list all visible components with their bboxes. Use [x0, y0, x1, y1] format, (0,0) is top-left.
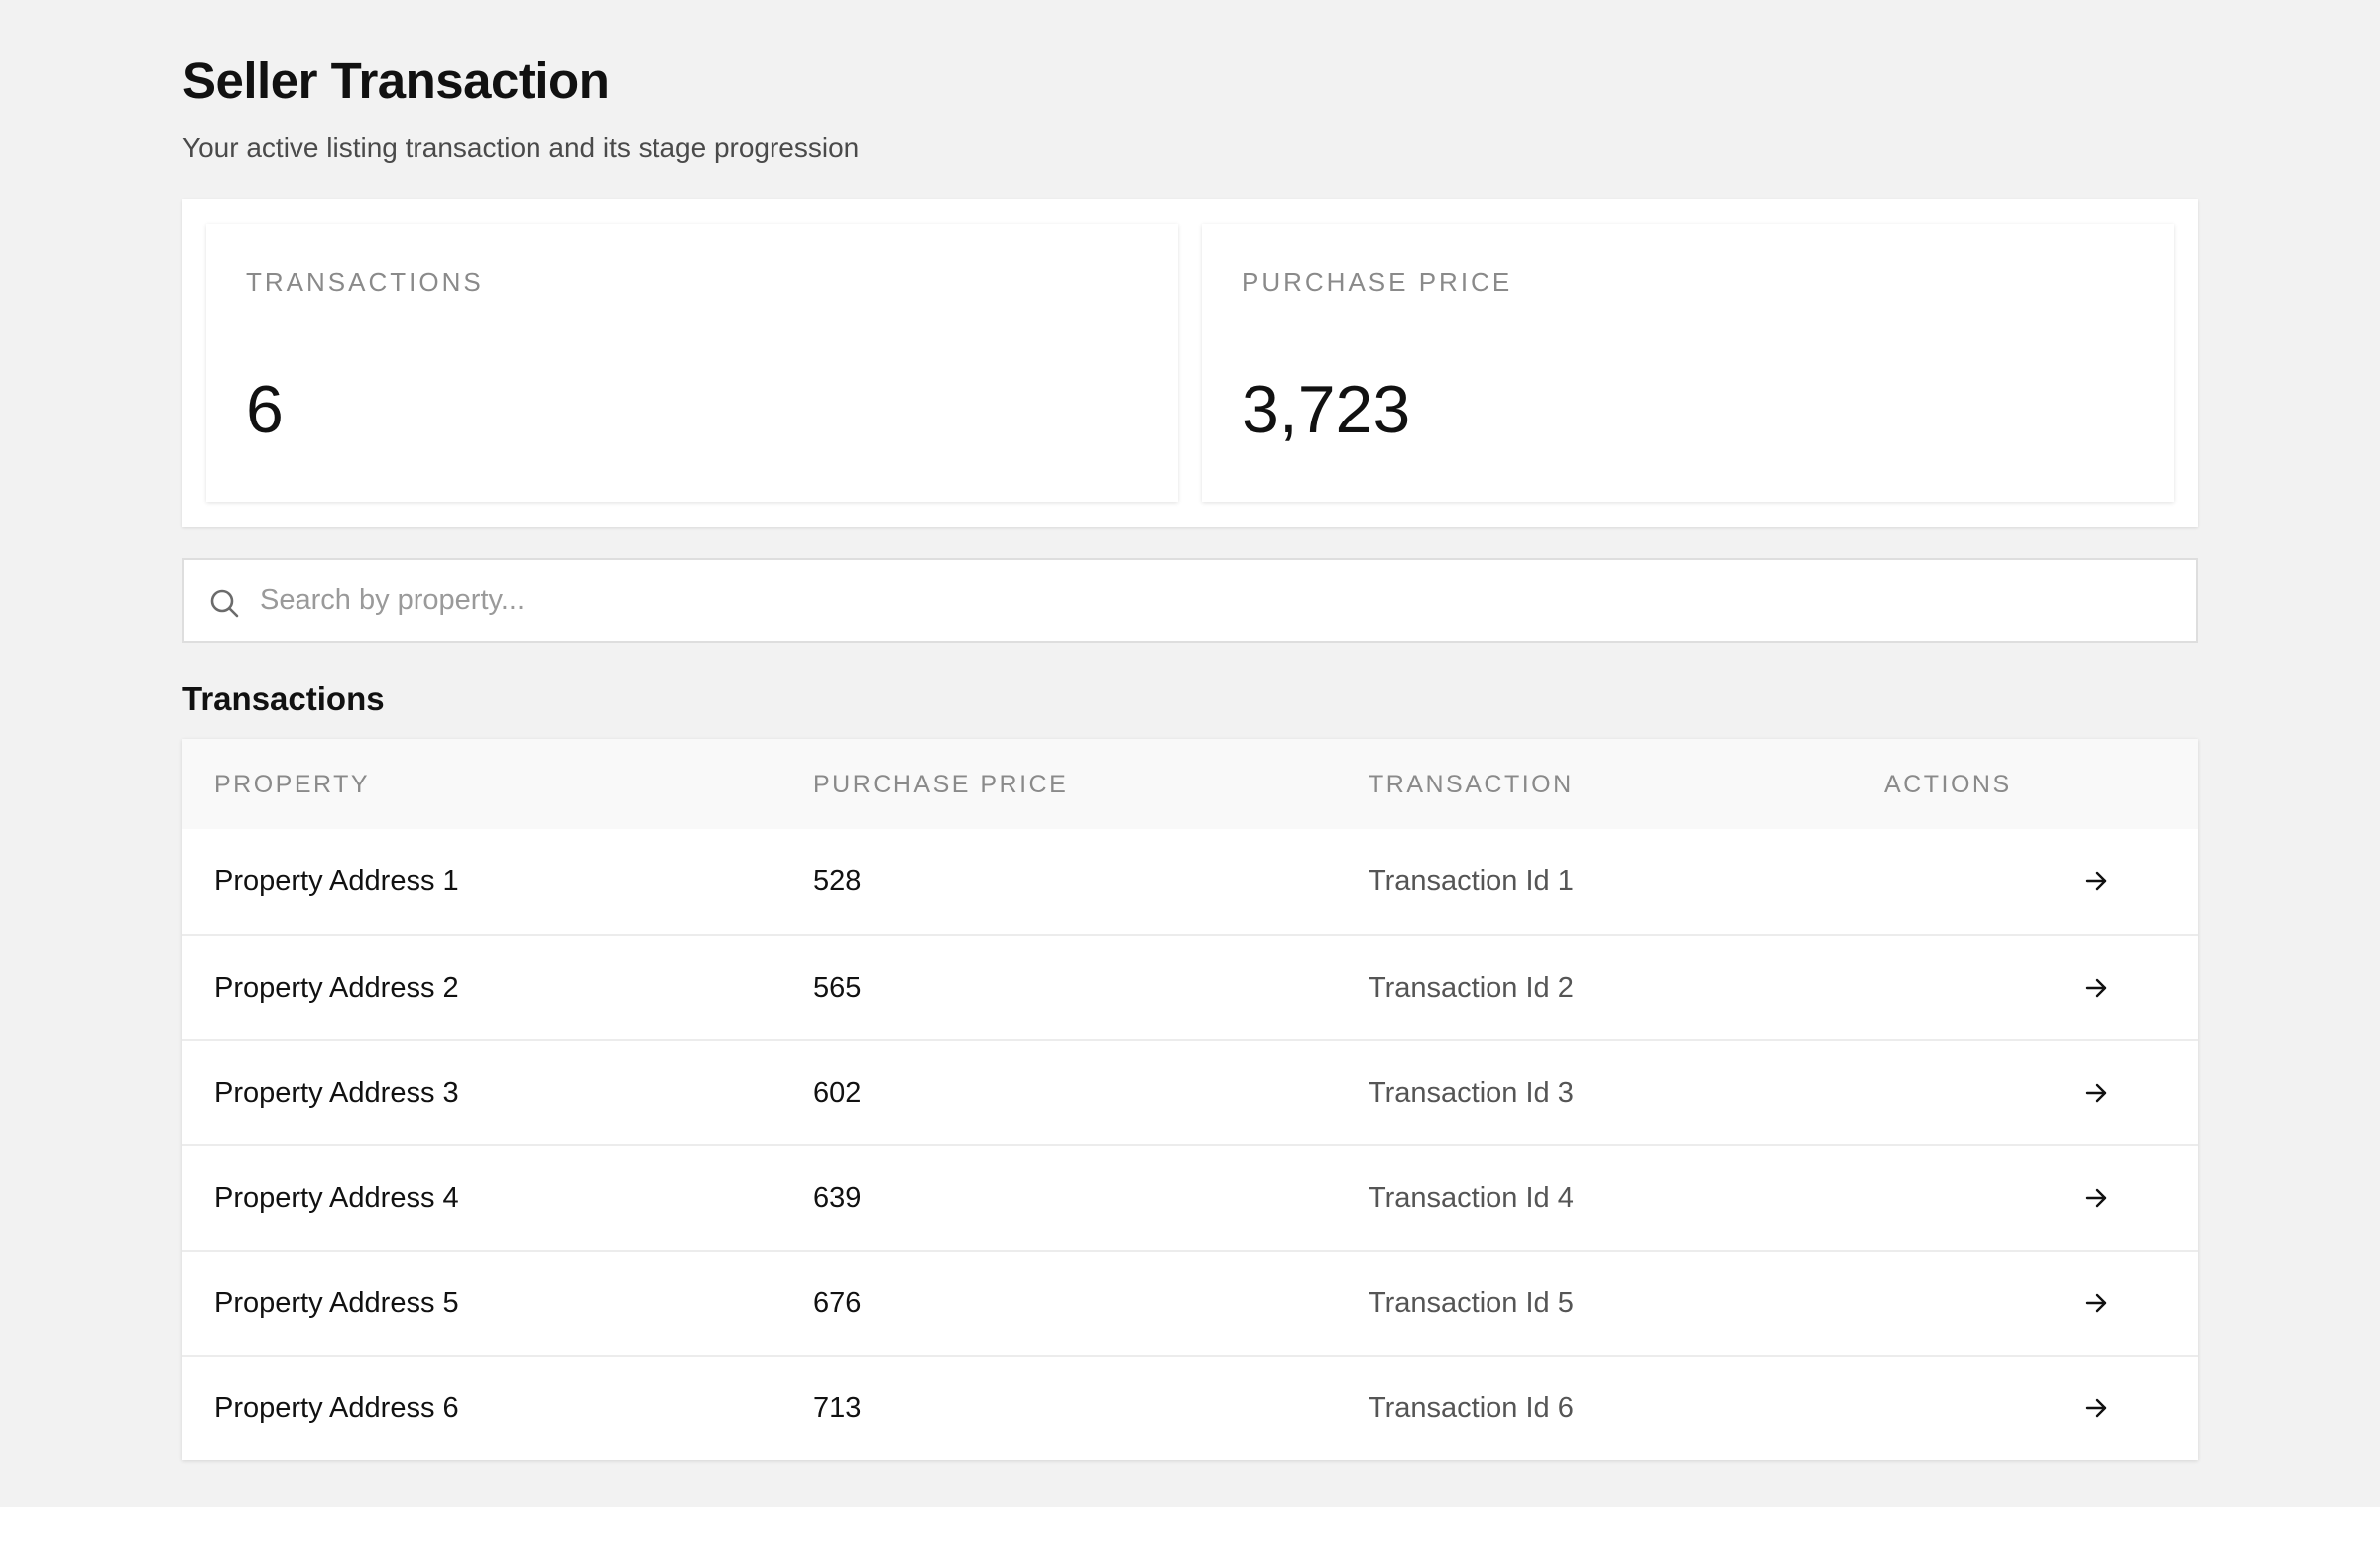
cell-purchase-price: 713 — [813, 1392, 862, 1424]
table-row: Property Address 5 676 Transaction Id 5 — [182, 1250, 2198, 1355]
view-transaction-button[interactable] — [2067, 1073, 2126, 1113]
stat-card-purchase-price: PURCHASE PRICE 3,723 — [1202, 224, 2174, 502]
cell-purchase-price: 565 — [813, 972, 862, 1004]
stat-label: TRANSACTIONS — [246, 267, 484, 297]
stats-panel: TRANSACTIONS 6 PURCHASE PRICE 3,723 — [182, 199, 2198, 527]
arrow-right-icon — [2085, 1083, 2107, 1103]
cell-purchase-price: 639 — [813, 1182, 862, 1214]
view-transaction-button[interactable] — [2067, 861, 2126, 901]
transactions-table: PROPERTY PURCHASE PRICE TRANSACTION ACTI… — [182, 739, 2198, 1460]
cell-purchase-price: 528 — [813, 865, 862, 897]
view-transaction-button[interactable] — [2067, 1178, 2126, 1218]
cell-transaction: Transaction Id 2 — [1368, 972, 1574, 1004]
cell-transaction: Transaction Id 1 — [1368, 865, 1574, 897]
stat-card-transactions: TRANSACTIONS 6 — [206, 224, 1178, 502]
view-transaction-button[interactable] — [2067, 1388, 2126, 1428]
table-row: Property Address 1 528 Transaction Id 1 — [182, 829, 2198, 934]
arrow-right-icon — [2085, 871, 2107, 891]
cell-purchase-price: 676 — [813, 1287, 862, 1319]
column-header-transaction: TRANSACTION — [1368, 771, 1574, 798]
cell-property: Property Address 1 — [214, 865, 459, 897]
cell-property: Property Address 6 — [214, 1392, 459, 1424]
cell-property: Property Address 5 — [214, 1287, 459, 1319]
stat-value: 3,723 — [1242, 372, 1411, 447]
search-input[interactable] — [260, 560, 2174, 641]
cell-transaction: Transaction Id 3 — [1368, 1077, 1574, 1109]
cell-property: Property Address 3 — [214, 1077, 459, 1109]
cell-property: Property Address 4 — [214, 1182, 459, 1214]
page-subtitle: Your active listing transaction and its … — [182, 132, 860, 163]
table-row: Property Address 6 713 Transaction Id 6 — [182, 1355, 2198, 1460]
stat-value: 6 — [246, 372, 284, 447]
cell-transaction: Transaction Id 6 — [1368, 1392, 1574, 1424]
cell-property: Property Address 2 — [214, 972, 459, 1004]
view-transaction-button[interactable] — [2067, 1283, 2126, 1323]
column-header-purchase-price: PURCHASE PRICE — [813, 771, 1069, 798]
column-header-property: PROPERTY — [214, 771, 371, 798]
arrow-right-icon — [2085, 1293, 2107, 1313]
table-body: Property Address 1 528 Transaction Id 1 … — [182, 829, 2198, 1460]
search-icon — [210, 589, 239, 618]
cell-transaction: Transaction Id 5 — [1368, 1287, 1574, 1319]
view-transaction-button[interactable] — [2067, 968, 2126, 1008]
table-row: Property Address 3 602 Transaction Id 3 — [182, 1039, 2198, 1144]
cell-transaction: Transaction Id 4 — [1368, 1182, 1574, 1214]
column-header-actions: ACTIONS — [1884, 771, 2012, 798]
stat-label: PURCHASE PRICE — [1242, 267, 1513, 297]
arrow-right-icon — [2085, 1398, 2107, 1418]
arrow-right-icon — [2085, 978, 2107, 998]
arrow-right-icon — [2085, 1188, 2107, 1208]
table-header: PROPERTY PURCHASE PRICE TRANSACTION ACTI… — [182, 739, 2198, 829]
table-row: Property Address 2 565 Transaction Id 2 — [182, 934, 2198, 1039]
page-title: Seller Transaction — [182, 53, 610, 109]
section-title-transactions: Transactions — [182, 680, 385, 717]
search-box[interactable] — [182, 558, 2198, 643]
table-row: Property Address 4 639 Transaction Id 4 — [182, 1144, 2198, 1250]
cell-purchase-price: 602 — [813, 1077, 862, 1109]
